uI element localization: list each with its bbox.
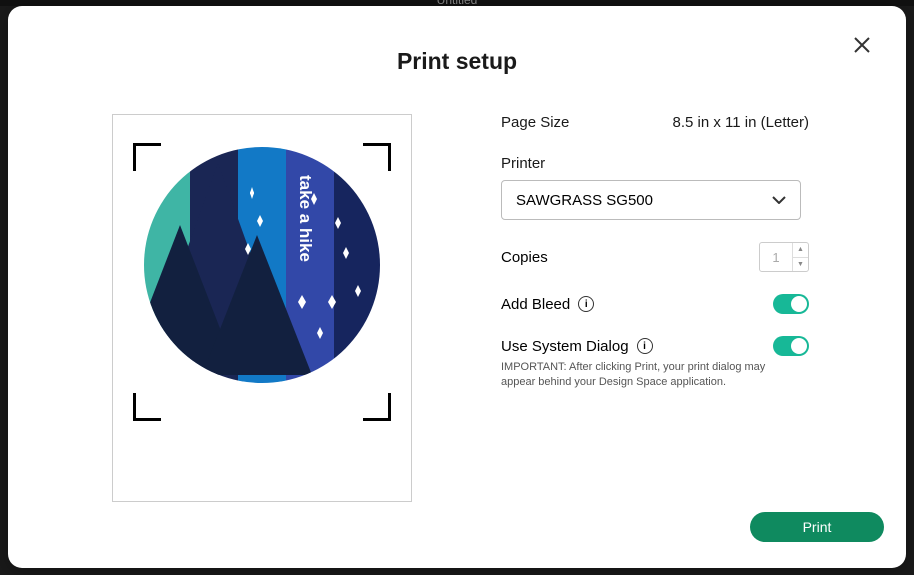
copies-value: 1 (760, 243, 792, 271)
registration-mark-bl (133, 393, 161, 421)
copies-decrement[interactable]: ▼ (793, 258, 808, 272)
design-text: take a hike (296, 175, 315, 262)
modal-title: Print setup (8, 48, 906, 75)
info-icon[interactable]: i (637, 338, 653, 354)
registration-mark-br (363, 393, 391, 421)
printer-selected-value: SAWGRASS SG500 (516, 192, 653, 209)
settings-panel: Page Size 8.5 in x 11 in (Letter) Printe… (501, 114, 809, 391)
system-dialog-toggle[interactable] (773, 336, 809, 356)
page-size-value: 8.5 in x 11 in (Letter) (673, 114, 809, 131)
copies-label: Copies (501, 249, 548, 266)
page-size-row: Page Size 8.5 in x 11 in (Letter) (501, 114, 809, 131)
info-icon[interactable]: i (578, 296, 594, 312)
print-preview: take a hike (112, 114, 412, 502)
printer-label: Printer (501, 155, 809, 172)
chevron-down-icon (772, 196, 786, 204)
design-artwork: take a hike (142, 145, 382, 385)
copies-increment[interactable]: ▲ (793, 243, 808, 258)
system-dialog-note: IMPORTANT: After clicking Print, your pr… (501, 360, 791, 391)
printer-select[interactable]: SAWGRASS SG500 (501, 180, 801, 220)
copies-stepper[interactable]: 1 ▲ ▼ (759, 242, 809, 272)
add-bleed-toggle[interactable] (773, 294, 809, 314)
page-size-label: Page Size (501, 114, 569, 131)
print-setup-modal: Print setup (8, 6, 906, 568)
system-dialog-label: Use System Dialog (501, 338, 629, 355)
print-button[interactable]: Print (750, 512, 884, 542)
add-bleed-label: Add Bleed (501, 296, 570, 313)
print-button-label: Print (803, 519, 832, 535)
